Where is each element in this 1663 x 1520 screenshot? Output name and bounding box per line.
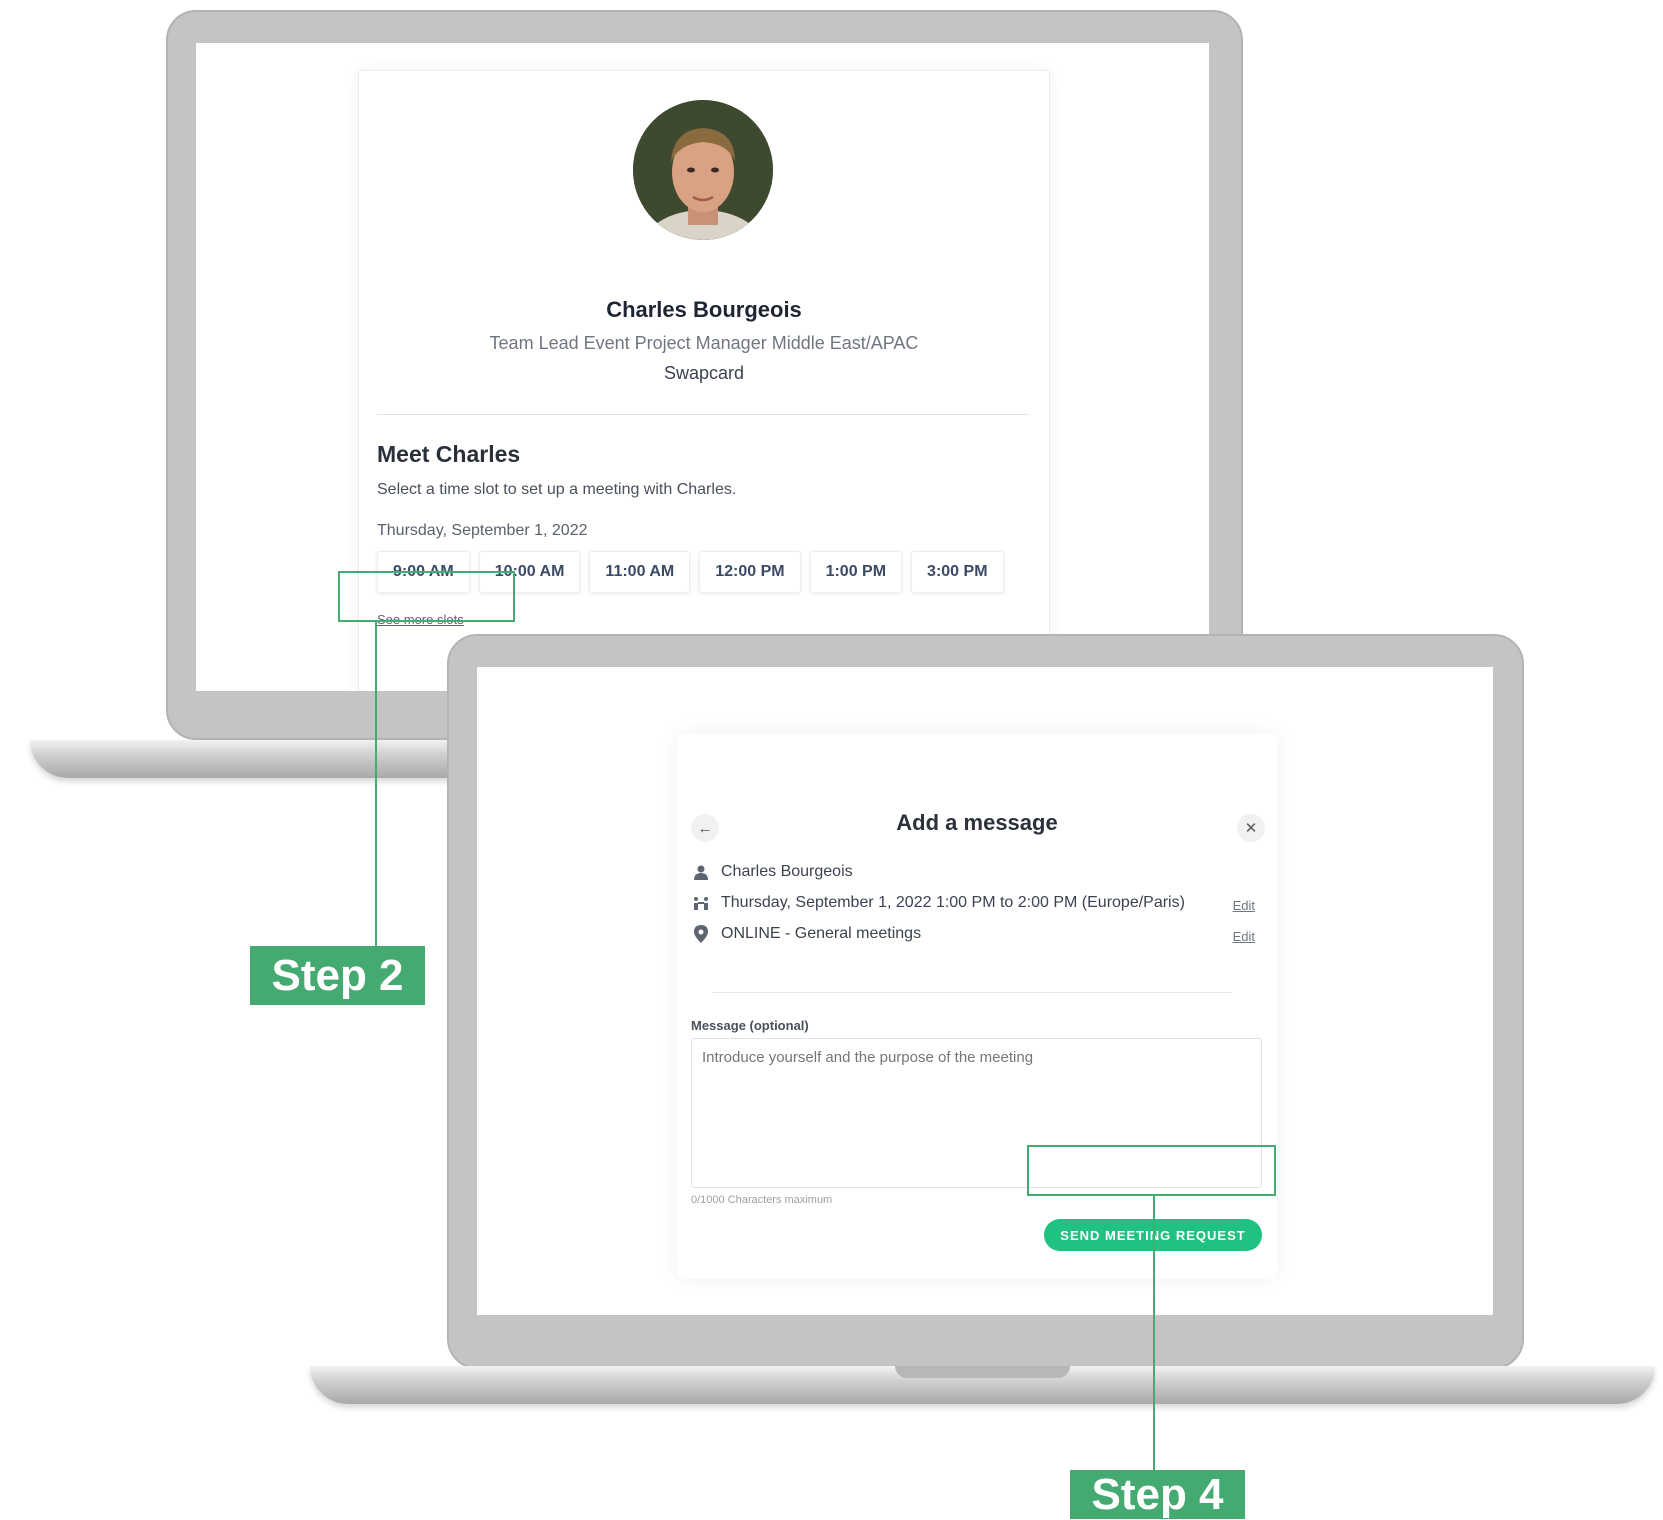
meet-date: Thursday, September 1, 2022 (377, 522, 588, 539)
edit-datetime-link[interactable]: Edit (1233, 898, 1255, 913)
attendee-row: Charles Bourgeois (691, 863, 853, 881)
datetime-row: Thursday, September 1, 2022 1:00 PM to 2… (691, 894, 1185, 912)
meeting-datetime: Thursday, September 1, 2022 1:00 PM to 2… (721, 894, 1185, 911)
laptop-2-screen: ← Add a message ✕ Charles Bourgeois Thur… (477, 667, 1493, 1315)
step-2-highlight-box (338, 571, 515, 622)
edit-location-link[interactable]: Edit (1233, 929, 1255, 944)
modal-title: Add a message (896, 810, 1058, 835)
time-slot-button[interactable]: 12:00 PM (699, 551, 801, 593)
step-2-connector-line (375, 621, 377, 946)
close-icon[interactable]: ✕ (1237, 814, 1265, 842)
avatar (633, 100, 773, 240)
person-icon (691, 863, 711, 881)
laptop-2-notch (895, 1366, 1070, 1378)
meet-heading: Meet Charles (377, 441, 521, 467)
attendee-name: Charles Bourgeois (721, 863, 853, 880)
meet-instruction: Select a time slot to set up a meeting w… (377, 481, 737, 498)
profile-company: Swapcard (663, 363, 745, 383)
character-counter: 0/1000 Characters maximum (691, 1194, 833, 1206)
divider (712, 992, 1232, 993)
location-pin-icon (691, 925, 711, 943)
profile-name: Charles Bourgeois (606, 297, 802, 322)
time-slot-button[interactable]: 11:00 AM (589, 551, 691, 593)
step-4-label: Step 4 (1070, 1470, 1245, 1519)
time-slot-button[interactable]: 1:00 PM (809, 551, 903, 593)
divider (377, 414, 1029, 415)
step-4-highlight-box (1027, 1145, 1276, 1196)
meeting-icon (691, 894, 711, 912)
add-message-modal: ← Add a message ✕ Charles Bourgeois Thur… (677, 734, 1277, 1279)
time-slot-button[interactable]: 3:00 PM (911, 551, 1004, 593)
message-label: Message (optional) (691, 1018, 809, 1033)
profile-job-title: Team Lead Event Project Manager Middle E… (489, 333, 919, 353)
location-row: ONLINE - General meetings (691, 925, 921, 943)
step-2-label: Step 2 (250, 946, 425, 1005)
step-4-connector-line (1153, 1195, 1155, 1470)
meeting-location: ONLINE - General meetings (721, 925, 922, 942)
